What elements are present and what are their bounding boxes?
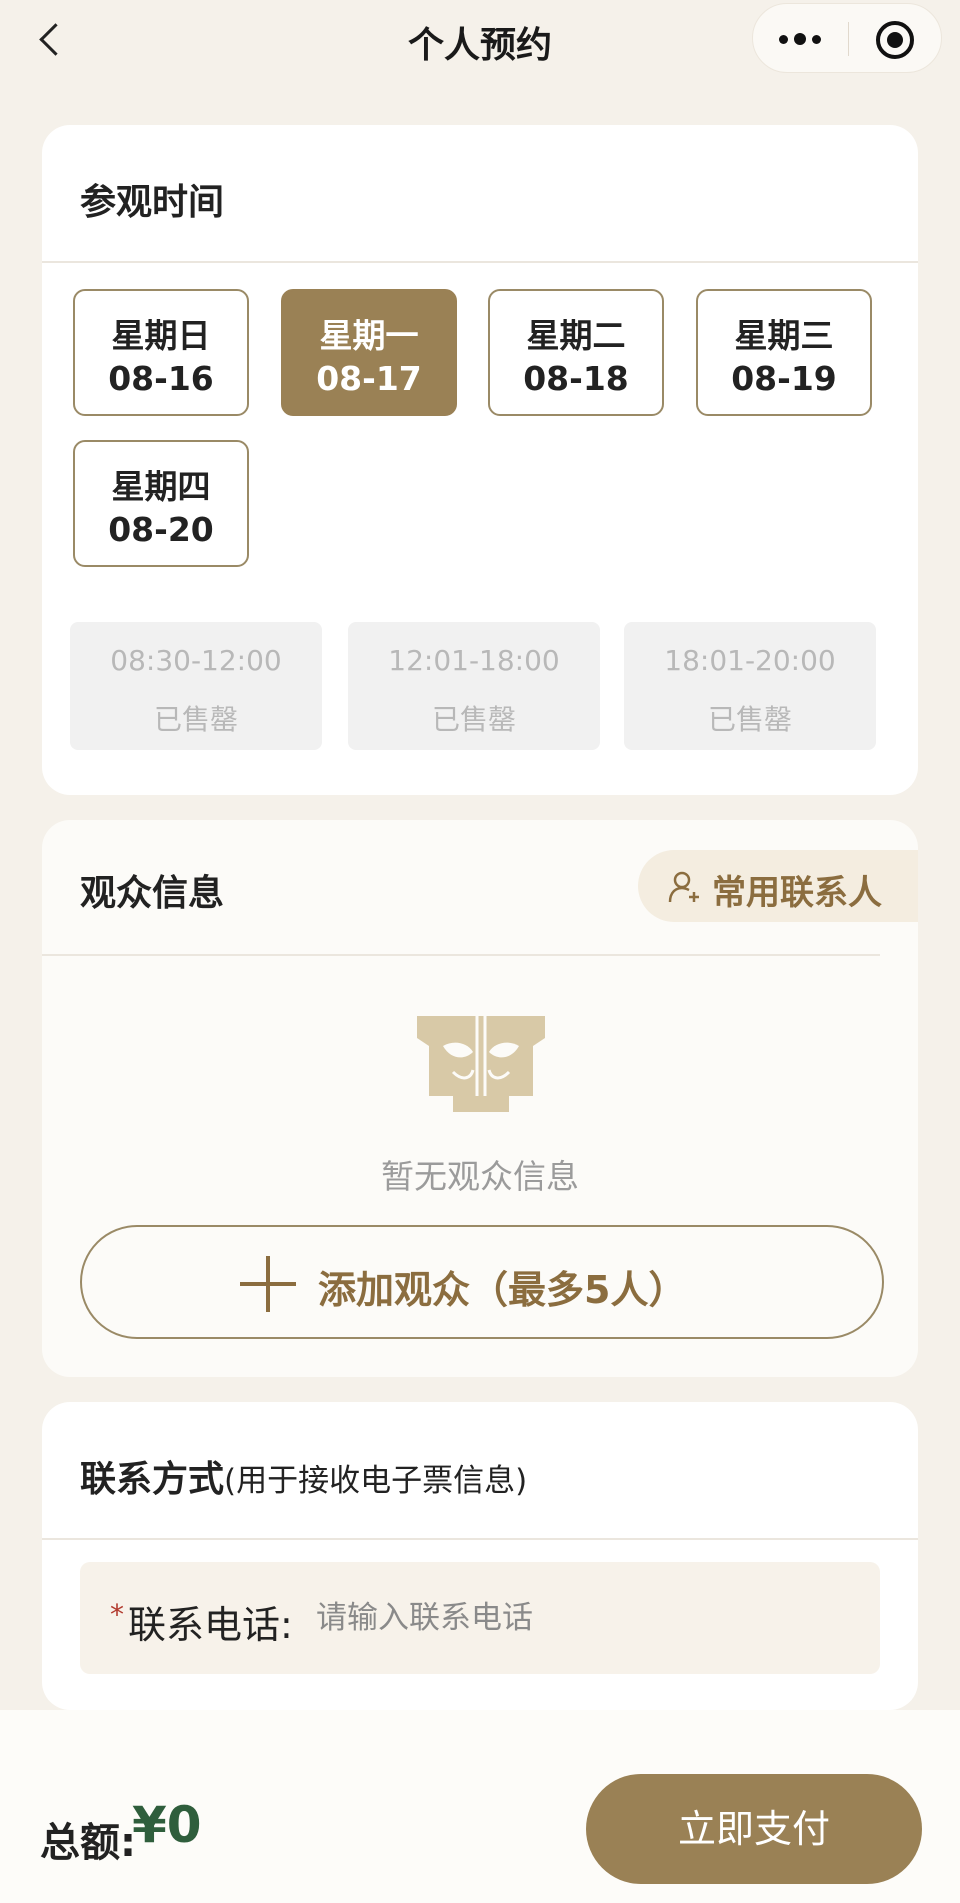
visit-time-title: 参观时间 [80, 182, 225, 223]
add-audience-label: 添加观众（最多5人） [318, 1268, 687, 1312]
time-slot-status: 已售罄 [707, 703, 792, 736]
date-chip-tuesday[interactable]: 星期二 08-18 [488, 289, 664, 416]
frequent-contacts-label: 常用联系人 [712, 873, 882, 913]
total-amount: ¥0 [132, 1796, 202, 1854]
plus-icon [240, 1256, 296, 1312]
bronze-mask-icon [417, 1016, 545, 1112]
date-chip-thursday[interactable]: 星期四 08-20 [73, 440, 249, 567]
time-slot-status: 已售罄 [431, 703, 516, 736]
date-chip-monday[interactable]: 星期一 08-17 [281, 289, 457, 416]
audience-card: 观众信息 常用联系人 暂无观众信息 添加观众（最多5人） [42, 820, 918, 1377]
date-chip-date: 08-17 [316, 359, 422, 398]
time-slot-time: 08:30-12:00 [110, 644, 282, 677]
divider [42, 954, 880, 956]
time-slot-status: 已售罄 [153, 703, 238, 736]
time-slot-time: 12:01-18:00 [388, 644, 560, 677]
add-contact-icon [668, 871, 699, 903]
contact-title-main: 联系方式 [80, 1459, 225, 1500]
target-close-icon[interactable] [876, 21, 914, 59]
contact-card: 联系方式(用于接收电子票信息) * 联系电话: [42, 1402, 918, 1710]
contact-title: 联系方式(用于接收电子票信息) [80, 1450, 527, 1502]
phone-field: * 联系电话: [80, 1562, 880, 1674]
capsule-divider [848, 22, 849, 56]
date-chip-date: 08-20 [108, 510, 214, 549]
checkout-bar: 总额: ¥0 立即支付 [0, 1710, 960, 1903]
date-chip-weekday: 星期日 [111, 316, 211, 355]
date-chip-wednesday[interactable]: 星期三 08-19 [696, 289, 872, 416]
more-dots-icon[interactable] [775, 20, 827, 58]
mini-program-capsule [752, 3, 942, 73]
date-chip-date: 08-18 [523, 359, 629, 398]
add-audience-button[interactable]: 添加观众（最多5人） [80, 1225, 884, 1339]
date-chip-date: 08-19 [731, 359, 837, 398]
nav-bar: 个人预约 [0, 0, 960, 78]
time-slot-afternoon[interactable]: 12:01-18:00 已售罄 [348, 622, 600, 750]
time-slot-time: 18:01-20:00 [664, 644, 836, 677]
date-chip-weekday: 星期一 [319, 316, 419, 355]
date-chip-weekday: 星期三 [734, 316, 834, 355]
date-chip-sunday[interactable]: 星期日 08-16 [73, 289, 249, 416]
date-chip-weekday: 星期二 [526, 316, 626, 355]
date-chip-weekday: 星期四 [111, 467, 211, 506]
phone-input[interactable] [316, 1590, 836, 1646]
audience-title: 观众信息 [80, 873, 225, 914]
divider [42, 261, 918, 263]
date-chip-date: 08-16 [108, 359, 214, 398]
phone-label: 联系电话: [128, 1603, 293, 1647]
total-label: 总额: [40, 1820, 136, 1866]
time-slot-morning[interactable]: 08:30-12:00 已售罄 [70, 622, 322, 750]
divider [42, 1538, 918, 1540]
required-mark: * [110, 1598, 124, 1631]
frequent-contacts-button[interactable]: 常用联系人 [638, 850, 918, 922]
contact-title-note: (用于接收电子票信息) [224, 1463, 528, 1499]
time-slot-evening[interactable]: 18:01-20:00 已售罄 [624, 622, 876, 750]
pay-now-button[interactable]: 立即支付 [586, 1774, 922, 1884]
visit-time-card: 参观时间 星期日 08-16 星期一 08-17 星期二 08-18 星期三 0… [42, 125, 918, 795]
empty-audience-text: 暂无观众信息 [381, 1157, 579, 1196]
